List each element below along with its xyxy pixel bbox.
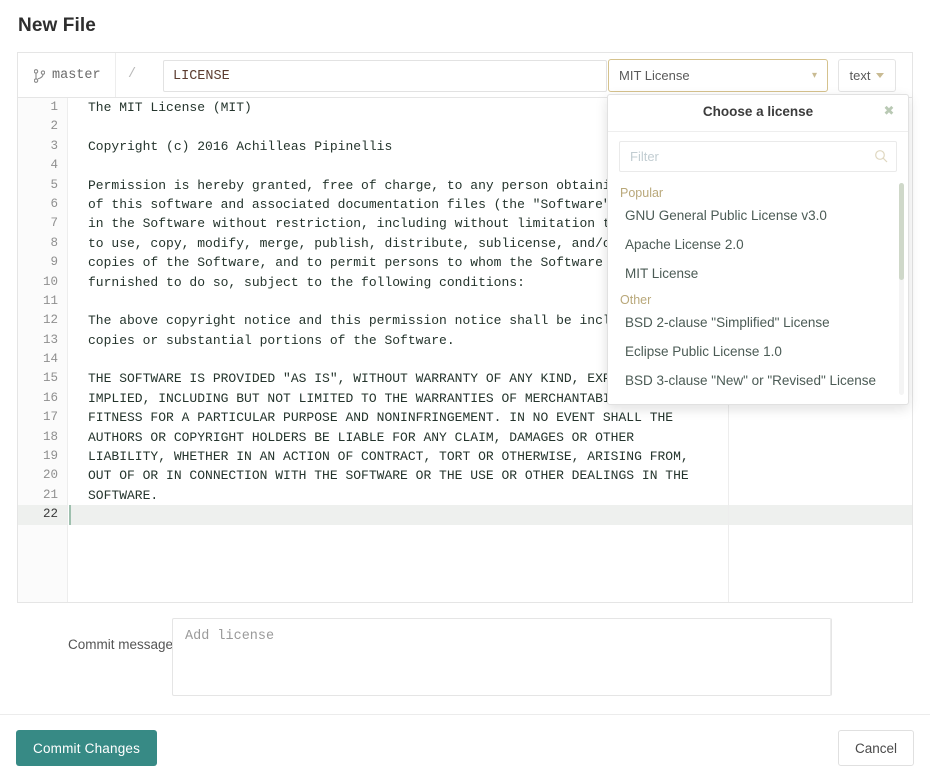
commit-changes-button[interactable]: Commit Changes [16,730,157,766]
close-icon[interactable]: ✖ [882,104,896,118]
license-list-scrollbar-thumb[interactable] [899,183,904,280]
commit-message-row: Commit message [17,612,913,700]
filetype-select-value: text [850,68,871,83]
license-list-scrollbar[interactable] [899,183,904,395]
line-number: 16 [18,389,67,408]
branch-indicator: master [18,53,116,97]
line-number: 5 [18,176,67,195]
license-option[interactable]: Eclipse Public License 1.0 [608,337,908,366]
line-number-gutter: 12345678910111213141516171819202122 [18,98,68,602]
path-separator: / [128,53,136,97]
license-option[interactable]: MIT License [608,259,908,288]
line-number: 15 [18,369,67,388]
code-line: SOFTWARE. [69,486,912,505]
license-dropdown-panel[interactable]: Choose a license ✖ PopularGNU General Pu… [607,94,909,405]
line-number: 14 [18,350,67,369]
line-number: 4 [18,156,67,175]
filename-input[interactable] [163,60,607,92]
license-select[interactable]: MIT License ▾ [608,59,828,92]
line-number: 12 [18,311,67,330]
line-number: 13 [18,331,67,350]
branch-name: master [52,68,101,83]
search-icon [874,149,888,163]
line-number: 22 [18,505,67,524]
line-number: 17 [18,408,67,427]
license-group-label: Other [608,288,908,308]
line-number: 18 [18,428,67,447]
commit-field-divider [830,618,831,696]
code-line: LIABILITY, WHETHER IN AN ACTION OF CONTR… [69,447,912,466]
line-number: 9 [18,253,67,272]
license-option[interactable]: GNU General Public License v3.0 [608,201,908,230]
license-dropdown-title: Choose a license [608,95,908,129]
line-number: 6 [18,195,67,214]
page-title: New File [18,15,96,37]
chevron-down-icon: ▾ [812,71,817,81]
line-number: 21 [18,486,67,505]
chevron-down-icon [876,73,884,78]
line-number: 19 [18,447,67,466]
line-number: 10 [18,273,67,292]
line-number: 1 [18,98,67,117]
line-number: 3 [18,137,67,156]
filetype-select[interactable]: text [838,59,896,92]
line-number: 8 [18,234,67,253]
line-number: 11 [18,292,67,311]
commit-message-label: Commit message [33,637,173,652]
line-number: 20 [18,466,67,485]
line-number: 2 [18,117,67,136]
code-line: OUT OF OR IN CONNECTION WITH THE SOFTWAR… [69,466,912,485]
license-option[interactable]: Apache License 2.0 [608,230,908,259]
code-line [69,505,912,524]
license-option[interactable]: BSD 2-clause "Simplified" License [608,308,908,337]
license-option-list[interactable]: PopularGNU General Public License v3.0Ap… [608,181,908,404]
cancel-button[interactable]: Cancel [838,730,914,766]
commit-message-input[interactable] [172,618,832,696]
code-line: AUTHORS OR COPYRIGHT HOLDERS BE LIABLE F… [69,428,912,447]
line-number: 7 [18,214,67,233]
license-filter-wrap [619,141,897,172]
license-group-label: Popular [608,181,908,201]
footer-action-bar: Commit Changes Cancel [0,714,930,780]
license-select-value: MIT License [619,68,812,83]
code-line: FITNESS FOR A PARTICULAR PURPOSE AND NON… [69,408,912,427]
license-dropdown-header: Choose a license ✖ [608,95,908,132]
git-branch-icon [34,69,45,83]
license-option[interactable]: BSD 3-clause "New" or "Revised" License [608,366,908,395]
license-filter-input[interactable] [619,141,897,172]
